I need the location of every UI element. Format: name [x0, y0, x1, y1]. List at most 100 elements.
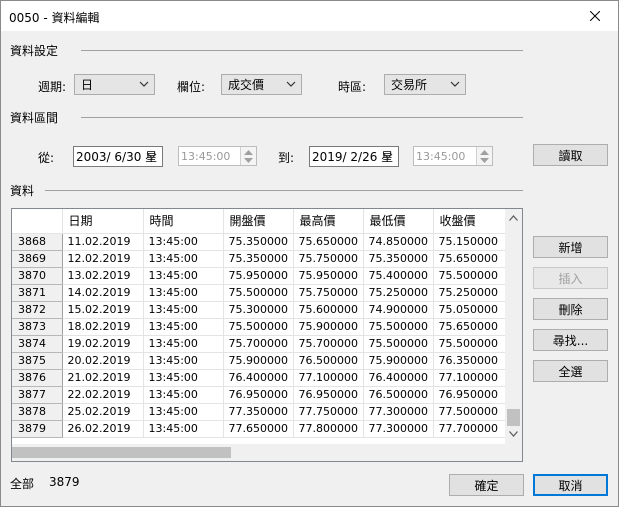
horizontal-scrollbar[interactable]	[12, 444, 522, 461]
table-row[interactable]: 3878 25.02.2019 13:45:00 77.350000 77.750000…	[12, 403, 507, 421]
column-header-low[interactable]: 最低價	[363, 209, 434, 234]
cell-date[interactable]: 22.02.2019	[62, 386, 144, 404]
cell-high[interactable]: 75.950000	[293, 267, 364, 285]
add-button[interactable]: 新增	[533, 236, 608, 258]
table-row[interactable]: 3873 18.02.2019 13:45:00 75.500000 75.900000…	[12, 318, 507, 336]
cell-open[interactable]: 75.950000	[223, 267, 294, 285]
select-all-button[interactable]: 全選	[533, 360, 608, 382]
cell-date[interactable]: 11.02.2019	[62, 233, 144, 251]
cell-low[interactable]: 76.500000	[363, 386, 434, 404]
cell-open[interactable]: 75.700000	[223, 335, 294, 353]
table-row[interactable]: 3875 20.02.2019 13:45:00 75.900000 76.500000…	[12, 352, 507, 370]
cell-date[interactable]: 25.02.2019	[62, 403, 144, 421]
cell-open[interactable]: 77.650000	[223, 420, 294, 438]
cell-high[interactable]: 75.700000	[293, 335, 364, 353]
close-button[interactable]	[572, 1, 618, 31]
corner-header[interactable]	[12, 209, 63, 234]
from-time-input[interactable]: 13:45:00	[178, 146, 257, 166]
cell-date[interactable]: 19.02.2019	[62, 335, 144, 353]
cell-low[interactable]: 75.350000	[363, 250, 434, 268]
cell-time[interactable]: 13:45:00	[143, 420, 224, 438]
cell-time[interactable]: 13:45:00	[143, 352, 224, 370]
insert-button[interactable]: 插入	[533, 267, 608, 289]
cell-low[interactable]: 75.900000	[363, 352, 434, 370]
cell-open[interactable]: 75.300000	[223, 301, 294, 319]
cell-date[interactable]: 13.02.2019	[62, 267, 144, 285]
cell-time[interactable]: 13:45:00	[143, 369, 224, 387]
cancel-button[interactable]: 取消	[533, 474, 608, 496]
cell-low[interactable]: 74.850000	[363, 233, 434, 251]
cell-date[interactable]: 12.02.2019	[62, 250, 144, 268]
cell-close[interactable]: 75.650000	[433, 250, 507, 268]
cell-low[interactable]: 77.300000	[363, 420, 434, 438]
cell-close[interactable]: 76.350000	[433, 352, 507, 370]
cell-close[interactable]: 75.650000	[433, 318, 507, 336]
column-header-close[interactable]: 收盤價	[433, 209, 507, 234]
timezone-select[interactable]: 交易所	[384, 74, 466, 95]
scroll-up-icon[interactable]	[509, 215, 518, 221]
cell-time[interactable]: 13:45:00	[143, 335, 224, 353]
row-header[interactable]: 3878	[12, 403, 63, 421]
cell-time[interactable]: 13:45:00	[143, 267, 224, 285]
scroll-down-icon[interactable]	[509, 431, 518, 437]
cell-low[interactable]: 74.900000	[363, 301, 434, 319]
cell-close[interactable]: 76.950000	[433, 386, 507, 404]
cell-time[interactable]: 13:45:00	[143, 318, 224, 336]
to-time-spinner[interactable]	[476, 147, 492, 165]
table-row[interactable]: 3871 14.02.2019 13:45:00 75.500000 75.750000…	[12, 284, 507, 302]
cell-low[interactable]: 75.400000	[363, 267, 434, 285]
cell-open[interactable]: 75.350000	[223, 250, 294, 268]
row-header[interactable]: 3876	[12, 369, 63, 387]
cell-date[interactable]: 21.02.2019	[62, 369, 144, 387]
period-select[interactable]: 日	[74, 74, 155, 95]
column-header-open[interactable]: 開盤價	[223, 209, 294, 234]
table-row[interactable]: 3876 21.02.2019 13:45:00 76.400000 77.100000…	[12, 369, 507, 387]
cell-time[interactable]: 13:45:00	[143, 301, 224, 319]
cell-close[interactable]: 75.150000	[433, 233, 507, 251]
cell-high[interactable]: 77.800000	[293, 420, 364, 438]
row-header[interactable]: 3871	[12, 284, 63, 302]
vertical-scrollbar[interactable]	[505, 209, 522, 444]
cell-high[interactable]: 75.750000	[293, 250, 364, 268]
cell-low[interactable]: 75.250000	[363, 284, 434, 302]
cell-close[interactable]: 77.500000	[433, 403, 507, 421]
cell-time[interactable]: 13:45:00	[143, 250, 224, 268]
table-row[interactable]: 3879 26.02.2019 13:45:00 77.650000 77.800000…	[12, 420, 507, 438]
table-row[interactable]: 3874 19.02.2019 13:45:00 75.700000 75.700000…	[12, 335, 507, 353]
cell-high[interactable]: 77.100000	[293, 369, 364, 387]
cell-close[interactable]: 75.050000	[433, 301, 507, 319]
row-header[interactable]: 3868	[12, 233, 63, 251]
cell-time[interactable]: 13:45:00	[143, 233, 224, 251]
row-header[interactable]: 3873	[12, 318, 63, 336]
row-header[interactable]: 3869	[12, 250, 63, 268]
column-header-time[interactable]: 時間	[143, 209, 224, 234]
table-row[interactable]: 3870 13.02.2019 13:45:00 75.950000 75.950000…	[12, 267, 507, 285]
cell-low[interactable]: 75.500000	[363, 335, 434, 353]
cell-open[interactable]: 75.500000	[223, 284, 294, 302]
column-header-date[interactable]: 日期	[62, 209, 144, 234]
cell-close[interactable]: 75.250000	[433, 284, 507, 302]
row-header[interactable]: 3870	[12, 267, 63, 285]
from-date-picker[interactable]: 2003/ 6/30 星	[73, 146, 163, 167]
cell-low[interactable]: 77.300000	[363, 403, 434, 421]
cell-high[interactable]: 77.750000	[293, 403, 364, 421]
cell-open[interactable]: 77.350000	[223, 403, 294, 421]
cell-open[interactable]: 76.950000	[223, 386, 294, 404]
cell-open[interactable]: 75.500000	[223, 318, 294, 336]
row-header[interactable]: 3875	[12, 352, 63, 370]
cell-date[interactable]: 26.02.2019	[62, 420, 144, 438]
read-button[interactable]: 讀取	[533, 144, 608, 166]
cell-open[interactable]: 75.350000	[223, 233, 294, 251]
ok-button[interactable]: 確定	[449, 474, 524, 496]
table-row[interactable]: 3872 15.02.2019 13:45:00 75.300000 75.600000…	[12, 301, 507, 319]
horizontal-scroll-thumb[interactable]	[12, 447, 231, 458]
cell-close[interactable]: 75.500000	[433, 335, 507, 353]
cell-time[interactable]: 13:45:00	[143, 386, 224, 404]
from-time-spinner[interactable]	[240, 147, 256, 165]
cell-time[interactable]: 13:45:00	[143, 403, 224, 421]
cell-low[interactable]: 75.500000	[363, 318, 434, 336]
table-row[interactable]: 3877 22.02.2019 13:45:00 76.950000 76.950000…	[12, 386, 507, 404]
column-header-high[interactable]: 最高價	[293, 209, 364, 234]
field-select[interactable]: 成交價	[221, 74, 302, 95]
row-header[interactable]: 3874	[12, 335, 63, 353]
